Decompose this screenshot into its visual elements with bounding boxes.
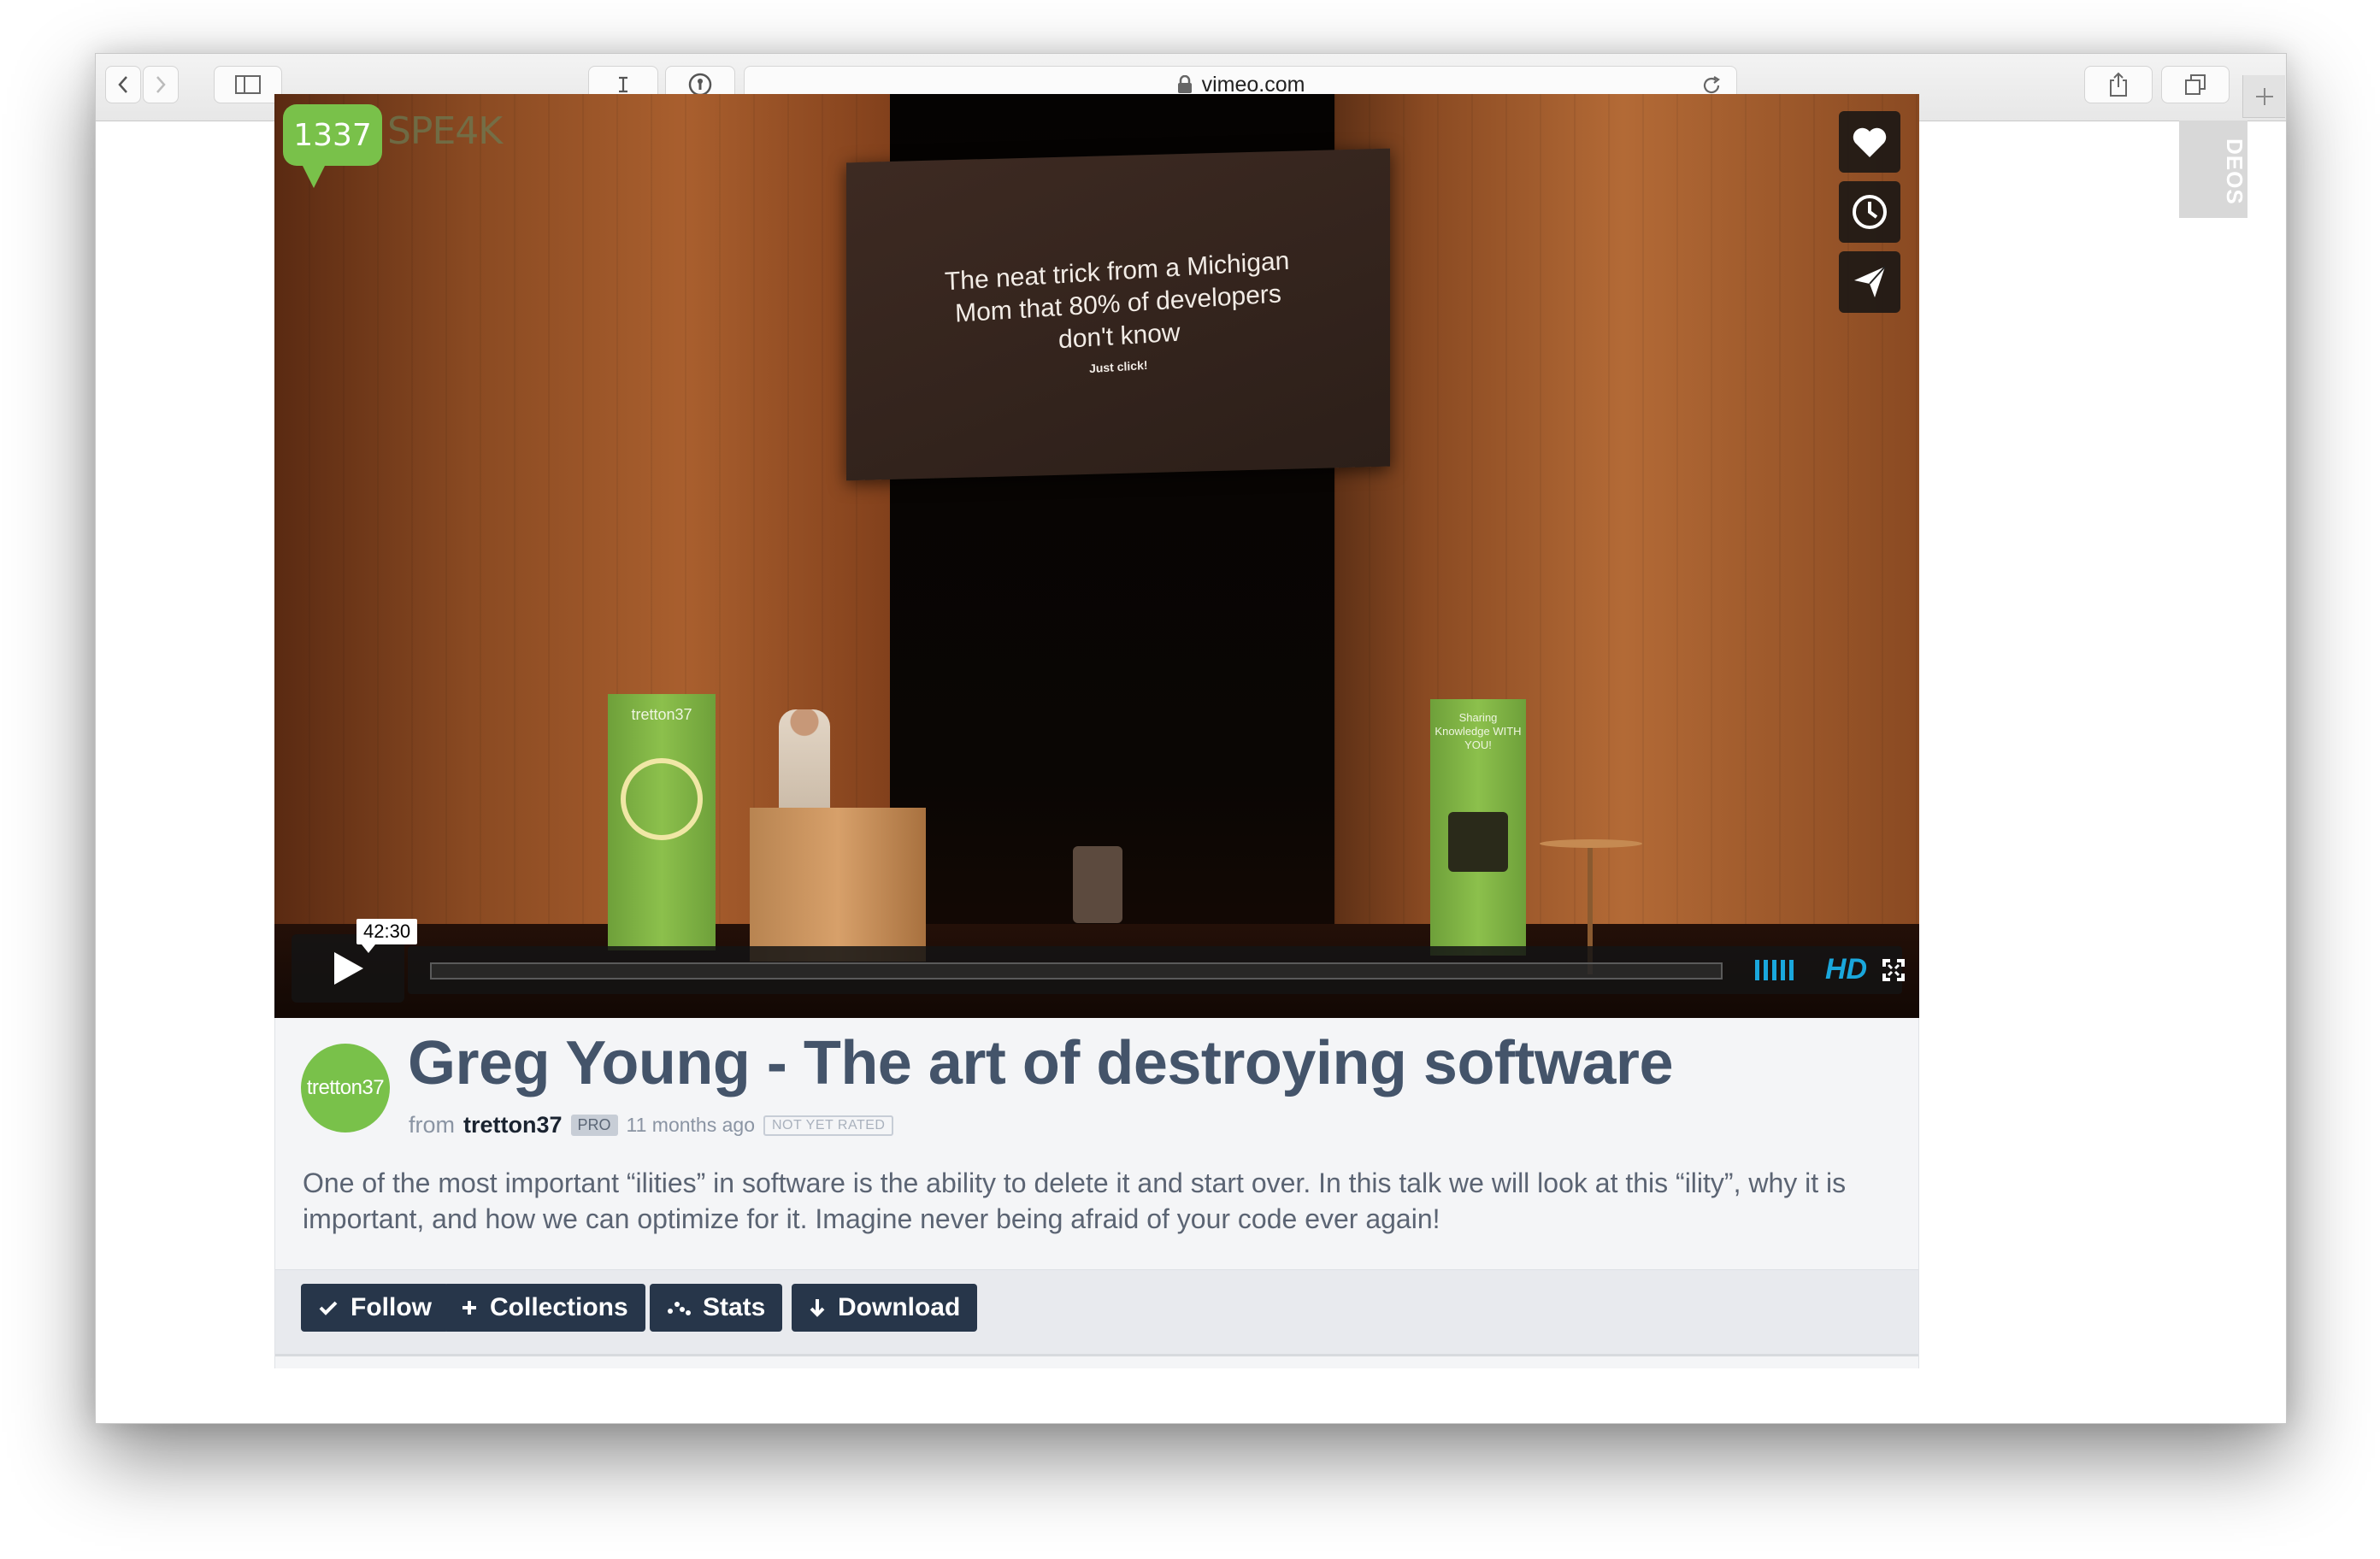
sidebar-toggle-button[interactable] <box>214 66 282 103</box>
stats-button[interactable]: Stats <box>650 1284 783 1332</box>
upload-age: 11 months ago <box>626 1114 755 1136</box>
collections-button[interactable]: Collections <box>444 1284 645 1332</box>
slide-subtext: Just click! <box>1088 357 1148 376</box>
share-video-button[interactable] <box>1839 251 1900 313</box>
video-player[interactable]: The neat trick from a Michigan Mom that … <box>274 94 1919 1018</box>
reader-icon <box>619 76 627 93</box>
follow-label: Follow <box>351 1293 432 1321</box>
forward-icon <box>156 76 166 93</box>
player-side-actions <box>1839 111 1900 321</box>
chair <box>1073 846 1122 923</box>
banner-left-text: tretton37 <box>631 706 692 723</box>
clock-icon <box>1853 195 1887 229</box>
new-tab-button[interactable] <box>2242 75 2285 118</box>
check-icon <box>319 1301 338 1315</box>
lock-icon <box>1177 75 1192 93</box>
forward-button[interactable] <box>143 66 179 103</box>
banner-right-text: Sharing Knowledge WITH YOU! <box>1434 711 1522 751</box>
projection-screen: The neat trick from a Michigan Mom that … <box>846 148 1390 481</box>
speaker <box>779 709 830 812</box>
banner-right: Sharing Knowledge WITH YOU! <box>1430 699 1526 956</box>
banner-left: tretton37 <box>608 694 716 950</box>
side-table <box>1540 839 1642 848</box>
play-icon <box>334 952 363 985</box>
follow-button[interactable]: Follow <box>301 1284 449 1332</box>
video-description: One of the most important “ilities” in s… <box>303 1168 1847 1234</box>
share-icon <box>2110 72 2127 97</box>
speak-logo-word: SPE4K <box>387 109 503 153</box>
owner-link[interactable]: tretton37 <box>463 1112 563 1138</box>
plus-icon <box>2255 87 2273 105</box>
player-controls: 42:30 HD <box>292 919 1905 1003</box>
watch-later-button[interactable] <box>1839 181 1900 243</box>
action-bar: Follow Collections Stats Download <box>275 1269 1918 1356</box>
timecode: 42:30 <box>356 919 418 953</box>
stats-icon <box>668 1302 691 1315</box>
pro-badge: PRO <box>570 1115 618 1136</box>
send-icon <box>1854 266 1886 297</box>
progress-bar[interactable] <box>430 962 1723 980</box>
side-videos-tab[interactable]: DEOS <box>2179 121 2247 218</box>
video-meta: from tretton37 PRO 11 months ago NOT YET… <box>409 1112 894 1138</box>
volume-icon[interactable] <box>1755 960 1794 980</box>
tabs-button[interactable] <box>2161 66 2230 103</box>
stats-label: Stats <box>703 1293 766 1321</box>
video-info-panel: tretton37 Greg Young - The art of destro… <box>274 1018 1919 1368</box>
video-title: Greg Young - The art of destroying softw… <box>408 1029 1674 1097</box>
sidebar-icon <box>235 75 261 94</box>
download-label: Download <box>838 1293 961 1321</box>
tabs-icon <box>2185 74 2206 95</box>
collections-label: Collections <box>490 1293 628 1321</box>
speak-logo-bubble: 1337 <box>283 104 382 188</box>
control-bar: 42:30 HD <box>356 919 1905 994</box>
back-button[interactable] <box>105 66 141 103</box>
slide-text: The neat trick from a Michigan Mom that … <box>944 246 1290 355</box>
back-icon <box>118 76 127 93</box>
medal-icon <box>621 758 703 840</box>
hd-toggle[interactable]: HD <box>1825 953 1867 986</box>
add-icon <box>462 1301 476 1315</box>
ninja-icon <box>1448 812 1508 872</box>
heart-icon <box>1853 127 1887 157</box>
from-label: from <box>409 1112 455 1138</box>
rating-badge: NOT YET RATED <box>763 1115 894 1136</box>
download-icon <box>810 1299 825 1317</box>
like-button[interactable] <box>1839 111 1900 173</box>
fullscreen-icon[interactable] <box>1882 958 1906 982</box>
play-button[interactable] <box>292 934 404 1003</box>
share-button[interactable] <box>2084 66 2153 103</box>
download-button[interactable]: Download <box>792 1284 978 1332</box>
avatar[interactable]: tretton37 <box>301 1044 390 1132</box>
